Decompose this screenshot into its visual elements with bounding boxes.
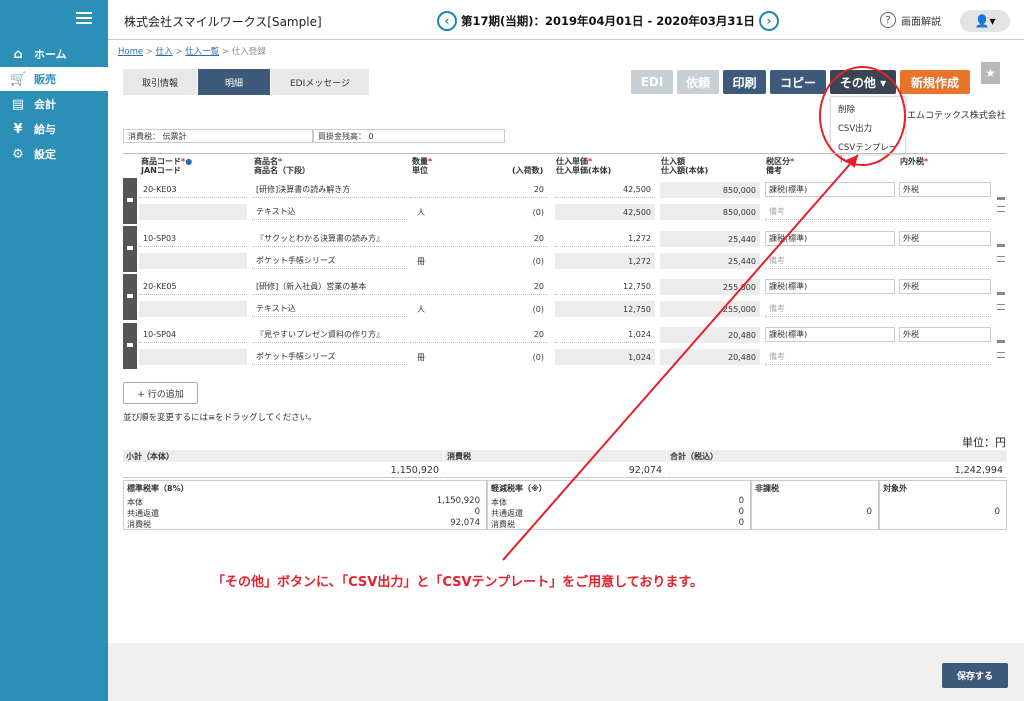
save-button[interactable]: 保存する (942, 663, 1008, 688)
annotation-arrow (502, 154, 859, 561)
annotation-text: 「その他」ボタンに、「CSV出力」と「CSVテンプレート」をご用意しております。 (212, 575, 704, 590)
footer-bar: 保存する (108, 643, 1024, 701)
